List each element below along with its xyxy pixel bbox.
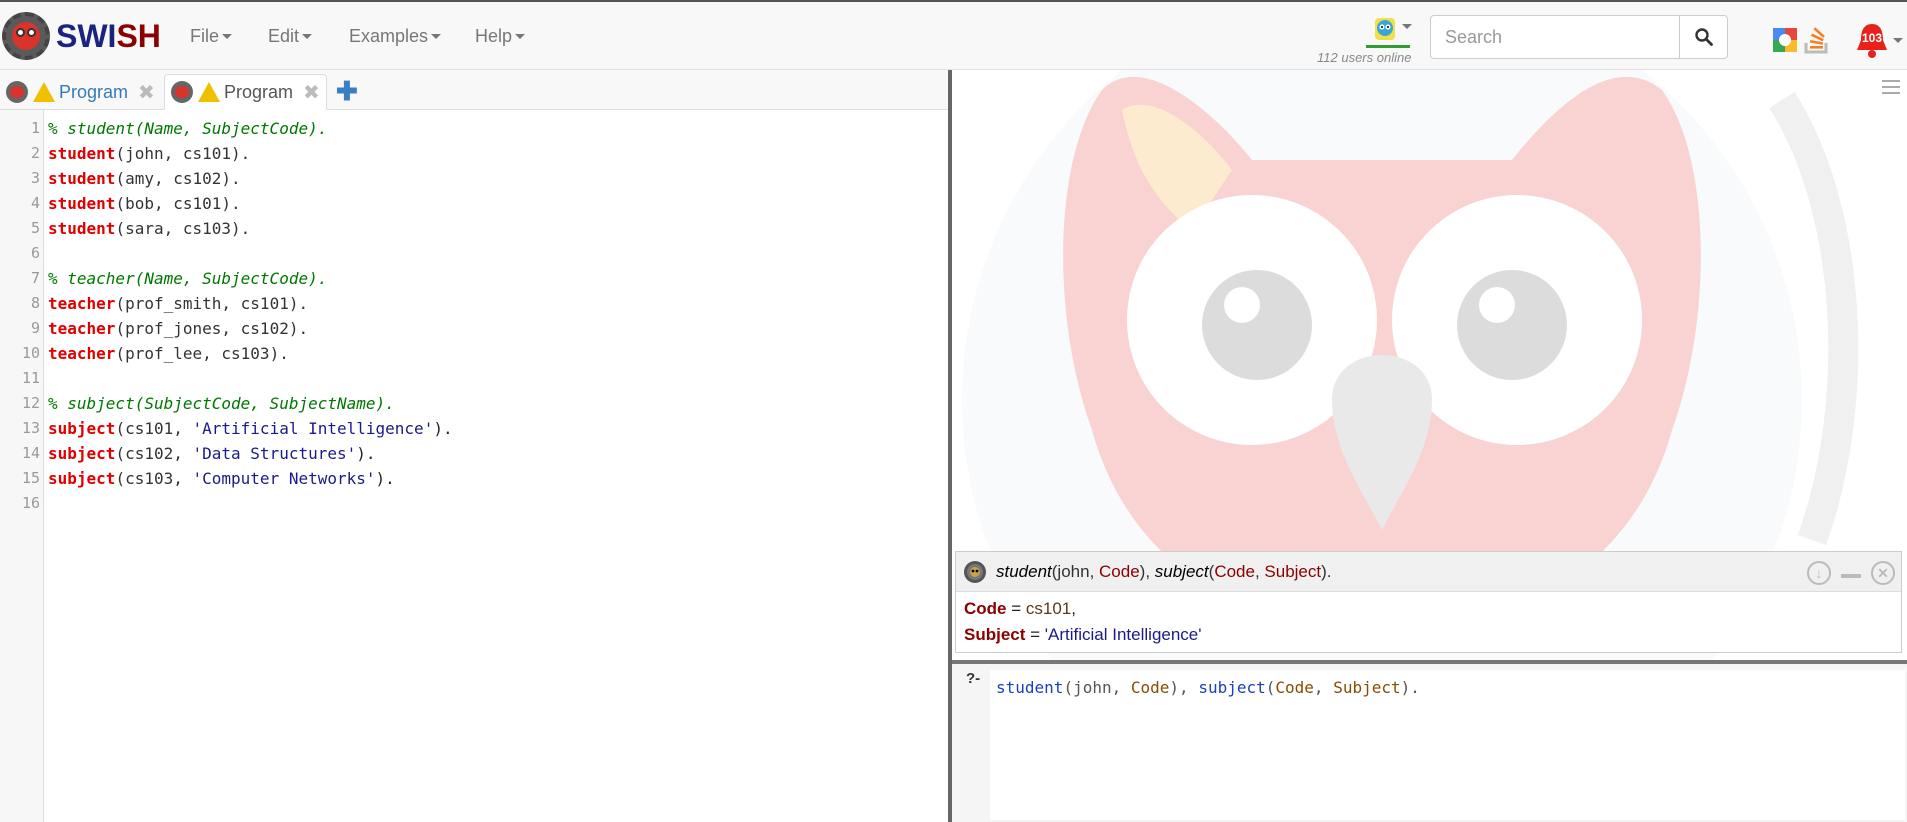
query-prompt: ?- — [966, 670, 981, 687]
line-number: 9 — [30, 319, 40, 337]
line-number: 11 — [21, 369, 40, 387]
program-pane: Program ✖ Program ✖ ✚ 1 % student(Name, S… — [0, 70, 950, 822]
download-icon[interactable]: ↓ — [1807, 561, 1831, 585]
menu-file[interactable]: File — [190, 2, 233, 70]
line-number: 12 — [21, 394, 40, 412]
code-text: % student(Name, SubjectCode). — [48, 119, 328, 138]
answer-panel: student(john, Code), subject(Code, Subje… — [955, 551, 1902, 653]
binding-row: Code = cs101, — [964, 599, 1076, 618]
code-text: student(sara, cs103). — [48, 219, 251, 238]
close-icon[interactable]: ✕ — [1871, 561, 1895, 585]
chevron-down-icon — [1402, 24, 1412, 29]
search-input[interactable] — [1431, 16, 1679, 58]
google-groups-icon[interactable] — [1772, 27, 1798, 53]
gear-icon — [964, 560, 986, 583]
search-box — [1430, 15, 1728, 59]
warning-icon — [198, 82, 220, 102]
swish-logo-icon — [2, 12, 50, 60]
line-number: 16 — [21, 494, 40, 512]
line-number: 3 — [30, 169, 40, 187]
line-number: 8 — [30, 294, 40, 312]
code-text: subject(cs103, 'Computer Networks'). — [48, 469, 395, 488]
online-users[interactable]: 112 users online — [1310, 12, 1415, 67]
code-text: % teacher(Name, SubjectCode). — [48, 269, 328, 288]
query-input[interactable]: student(john, Code), subject(Code, Subje… — [990, 670, 1905, 820]
code-text: teacher(prof_lee, cs103). — [48, 344, 289, 363]
line-number: 4 — [30, 194, 40, 212]
tab-label: Program — [224, 81, 294, 102]
tab-bar: Program ✖ Program ✖ ✚ — [0, 70, 950, 110]
line-number: 14 — [21, 444, 40, 462]
line-number: 1 — [30, 119, 40, 137]
chevron-down-icon — [515, 33, 526, 39]
tab-label: Program — [59, 81, 129, 102]
menu-icon[interactable] — [1882, 80, 1900, 96]
warning-icon — [33, 82, 55, 102]
stackoverflow-icon[interactable] — [1802, 23, 1832, 55]
line-number: 6 — [30, 244, 40, 262]
code-text: student(amy, cs102). — [48, 169, 241, 188]
menu-edit[interactable]: Edit — [268, 2, 313, 70]
code-editor[interactable]: 1 % student(Name, SubjectCode). 2 student(j… — [0, 110, 950, 822]
user-avatar-icon — [1375, 18, 1395, 40]
swish-owl-icon — [6, 81, 28, 103]
search-icon — [1694, 28, 1713, 46]
close-icon[interactable]: ✖ — [303, 80, 320, 105]
code-text: subject(cs102, 'Data Structures'). — [48, 444, 376, 463]
code-text: student(bob, cs101). — [48, 194, 241, 213]
query-area: ?- student(john, Code), subject(Code, Su… — [952, 664, 1907, 822]
menu-examples[interactable]: Examples — [349, 2, 442, 70]
answer-query: student(john, Code), subject(Code, Subje… — [996, 561, 1332, 581]
chevron-down-icon — [1893, 38, 1903, 43]
line-number: 13 — [21, 419, 40, 437]
chevron-down-icon — [431, 33, 442, 39]
search-button[interactable] — [1679, 16, 1727, 58]
answer-header: student(john, Code), subject(Code, Subje… — [956, 552, 1901, 592]
code-text: % subject(SubjectCode, SubjectName). — [48, 394, 395, 413]
code-text: student(john, cs101). — [48, 144, 251, 163]
brand[interactable]: SWISH — [2, 10, 161, 62]
binding-row: Subject = 'Artificial Intelligence' — [964, 625, 1202, 644]
code-text: subject(cs101, 'Artificial Intelligence'… — [48, 419, 453, 438]
line-number: 2 — [30, 144, 40, 162]
notification-count: 1037 — [1862, 31, 1889, 45]
menu-help[interactable]: Help — [475, 2, 526, 70]
line-number: 10 — [21, 344, 40, 362]
swish-owl-icon — [171, 81, 193, 103]
users-online-count: 112 users online — [1317, 50, 1412, 65]
line-number: 7 — [30, 269, 40, 287]
code-text: teacher(prof_smith, cs101). — [48, 294, 309, 313]
chevron-down-icon — [302, 33, 313, 39]
tab-program-2[interactable]: Program ✖ — [164, 74, 327, 110]
line-number: 5 — [30, 219, 40, 237]
brand-name: SWISH — [56, 17, 161, 54]
top-navbar: SWISH File Edit Examples Help 112 users … — [0, 0, 1907, 70]
line-number: 15 — [21, 469, 40, 487]
code-text: teacher(prof_jones, cs102). — [48, 319, 309, 338]
answer-bindings: Code = cs101, Subject = 'Artificial Inte… — [964, 596, 1202, 648]
add-tab-icon[interactable]: ✚ — [336, 78, 358, 104]
chevron-down-icon — [222, 33, 233, 39]
tab-program-1[interactable]: Program ✖ — [0, 74, 161, 110]
minimize-icon[interactable] — [1841, 574, 1861, 578]
close-icon[interactable]: ✖ — [138, 80, 155, 105]
